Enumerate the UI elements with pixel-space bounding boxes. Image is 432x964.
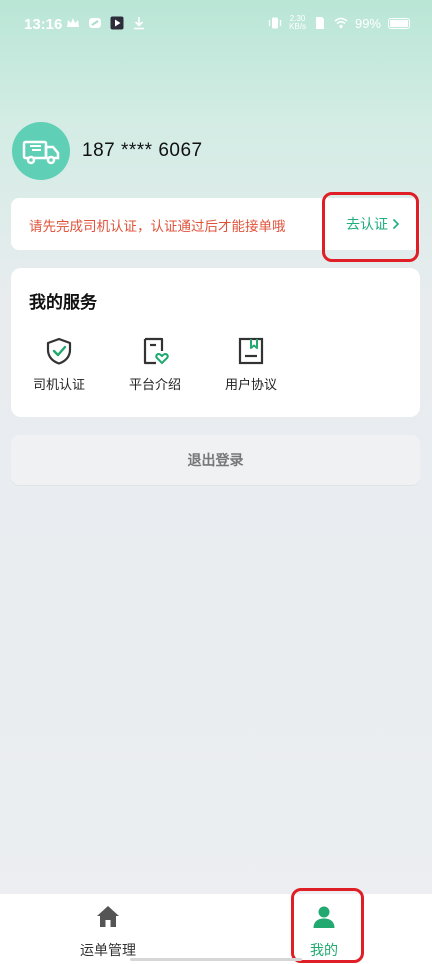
battery-percent: 99%	[354, 15, 381, 31]
tab-waybill-management[interactable]: 运单管理	[48, 894, 168, 960]
vibrate-icon	[268, 17, 282, 29]
service-platform-intro[interactable]: 平台介绍	[115, 336, 195, 393]
service-label: 司机认证	[32, 378, 85, 393]
battery-icon	[388, 17, 410, 29]
certification-notice-text: 请先完成司机认证，认证通过后才能接单哦	[29, 219, 286, 235]
status-bar: 13:16 2.30 KB/s 99%	[0, 0, 432, 48]
truck-icon	[22, 140, 60, 165]
service-label: 用户协议	[224, 378, 277, 393]
status-system-icons: 2.30 KB/s 99%	[268, 15, 410, 31]
sim-card-icon	[315, 17, 324, 29]
bookmark-book-icon	[238, 337, 264, 365]
network-speed-unit: KB/s	[289, 22, 306, 31]
service-user-agreement[interactable]: 用户协议	[211, 336, 291, 393]
wifi-icon	[334, 17, 348, 29]
status-notification-icons	[66, 16, 146, 30]
tab-label: 运单管理	[80, 943, 136, 959]
service-driver-certification[interactable]: 司机认证	[19, 336, 99, 393]
phone-number: 187 **** 6067	[82, 140, 203, 161]
crown-icon	[67, 18, 79, 27]
highlight-box-mine-tab	[291, 888, 364, 963]
profile-header: 187 **** 6067	[12, 122, 203, 180]
logout-button[interactable]: 退出登录	[11, 435, 420, 485]
service-label: 平台介绍	[128, 378, 181, 393]
shield-check-icon	[46, 337, 72, 365]
avatar[interactable]	[12, 122, 70, 180]
document-heart-icon	[143, 337, 169, 365]
bottom-tab-bar: 运单管理 我的	[0, 894, 432, 964]
network-speed: 2.30 KB/s	[289, 15, 306, 31]
home-icon	[97, 906, 119, 927]
download-icon	[134, 17, 144, 30]
services-title: 我的服务	[29, 293, 97, 313]
sync-icon	[89, 18, 101, 28]
my-services-card: 我的服务 司机认证 平台介绍 用户协议	[11, 268, 420, 417]
status-time: 13:16	[24, 16, 63, 33]
home-indicator	[130, 958, 302, 961]
play-app-icon	[110, 16, 124, 30]
highlight-box-certify	[322, 192, 419, 262]
